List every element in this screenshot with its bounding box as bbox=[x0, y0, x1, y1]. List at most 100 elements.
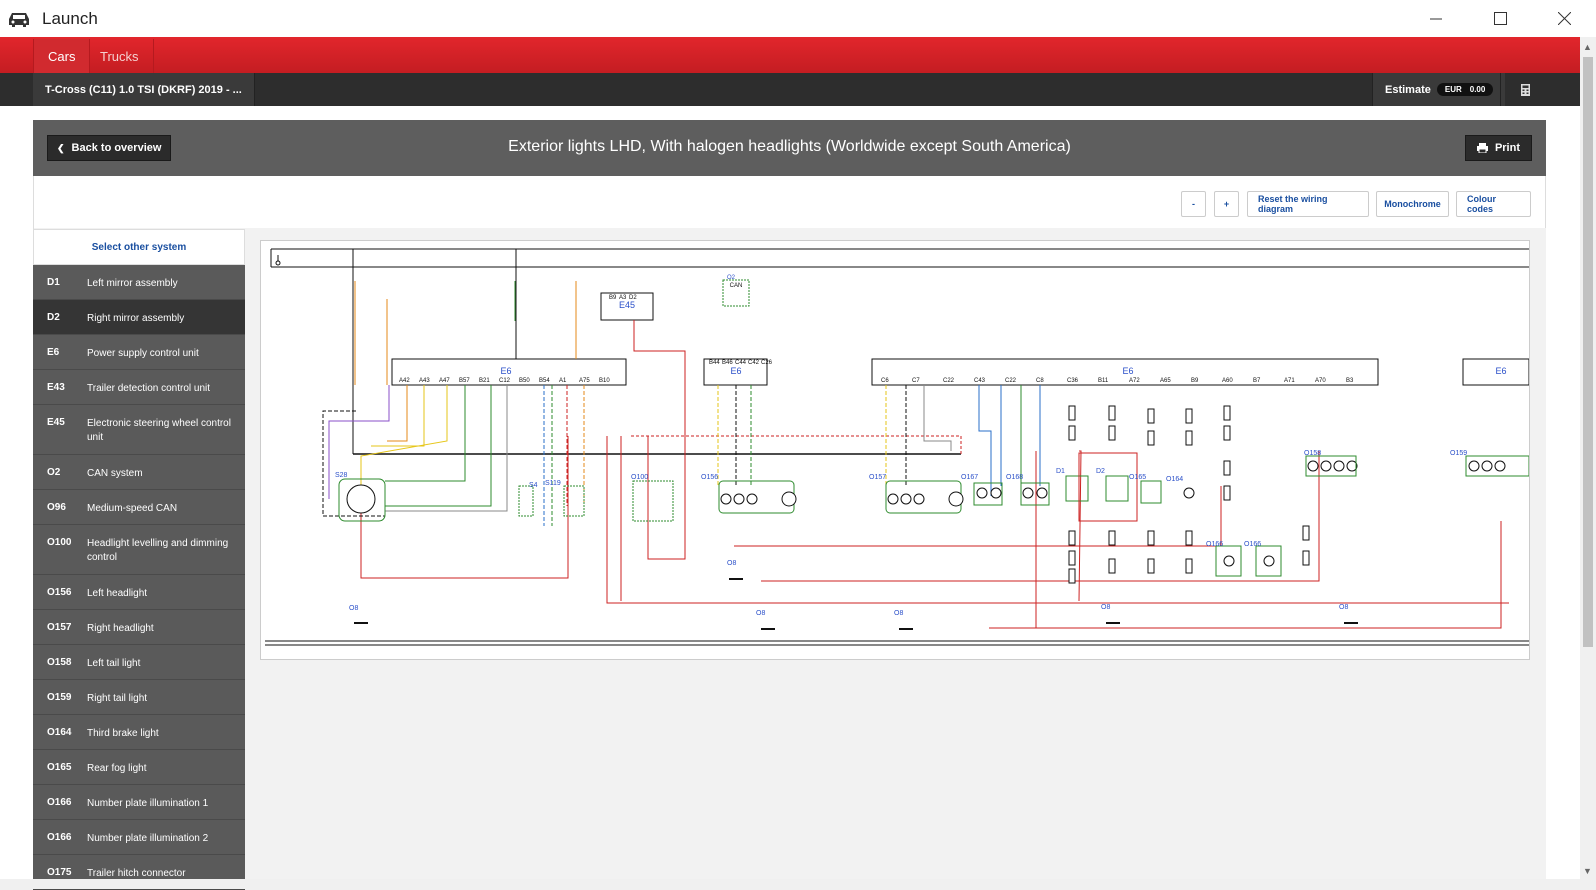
close-button[interactable] bbox=[1532, 0, 1596, 37]
e6-label-1: E6 bbox=[500, 366, 511, 376]
pin-label: C8 bbox=[1036, 378, 1044, 384]
sidebar-item-o165[interactable]: O165 Rear fog light bbox=[33, 750, 245, 785]
bulb-icon bbox=[720, 460, 1506, 567]
zoom-in-button[interactable]: + bbox=[1214, 191, 1239, 217]
pin-label: A42 bbox=[399, 378, 410, 384]
sidebar-item-code: O158 bbox=[47, 657, 72, 668]
page-scrollbar[interactable]: ▲ ▼ bbox=[1580, 37, 1596, 879]
sidebar-item-o96[interactable]: O96 Medium-speed CAN bbox=[33, 490, 245, 525]
sidebar-item-label: Electronic steering wheel control unit bbox=[87, 418, 231, 443]
o159-label: O159 bbox=[1450, 450, 1467, 457]
window-titlebar: Launch bbox=[0, 0, 1596, 37]
pin-label: B57 bbox=[459, 378, 470, 384]
sidebar-item-code: O157 bbox=[47, 622, 72, 633]
pin-label: A75 bbox=[579, 378, 590, 384]
wiring-diagram[interactable]: E6 E6 E6 E6 E45 CAN O2 S28 S4 S119 O100 … bbox=[260, 240, 1530, 660]
estimate-button[interactable]: Estimate EUR 0.00 bbox=[1372, 73, 1506, 106]
tab-trucks[interactable]: Trucks bbox=[86, 39, 154, 73]
o8-label-5: O8 bbox=[1101, 604, 1110, 611]
s119-label: S119 bbox=[545, 480, 561, 487]
pin-label: B44 bbox=[709, 360, 720, 366]
estimate-label: Estimate bbox=[1385, 83, 1431, 96]
sidebar-item-label: Power supply control unit bbox=[87, 348, 199, 359]
scroll-down-icon[interactable]: ▼ bbox=[1583, 866, 1592, 876]
wiring-diagram-canvas[interactable]: E6 E6 E6 E6 E45 CAN O2 S28 S4 S119 O100 … bbox=[261, 241, 1530, 659]
vehicle-bar: T-Cross (C11) 1.0 TSI (DKRF) 2019 - ... … bbox=[0, 73, 1580, 106]
sidebar-item-o175[interactable]: O175 Trailer hitch connector bbox=[33, 855, 245, 890]
sidebar-item-code: O100 bbox=[47, 537, 72, 548]
tab-cars-label: Cars bbox=[48, 48, 76, 64]
scroll-up-icon[interactable]: ▲ bbox=[1583, 42, 1592, 52]
print-button[interactable]: Print bbox=[1464, 135, 1532, 161]
pin-label: B11 bbox=[1098, 378, 1109, 384]
sidebar-item-e6[interactable]: E6 Power supply control unit bbox=[33, 335, 245, 370]
d2-label: D2 bbox=[1096, 468, 1105, 475]
sidebar-item-o164[interactable]: O164 Third brake light bbox=[33, 715, 245, 750]
panel-header: ❮ Back to overview Exterior lights LHD, … bbox=[33, 120, 1546, 176]
diagram-toolbar: - + Reset the wiring diagram Monochrome … bbox=[33, 176, 1546, 228]
sidebar-item-o159[interactable]: O159 Right tail light bbox=[33, 680, 245, 715]
pin-label: A65 bbox=[1160, 378, 1171, 384]
sidebar-item-label: Rear fog light bbox=[87, 763, 147, 774]
pin-label: C42 bbox=[748, 360, 760, 366]
d1-label: D1 bbox=[1056, 468, 1065, 475]
sidebar-item-e43[interactable]: E43 Trailer detection control unit bbox=[33, 370, 245, 405]
estimate-total-badge: EUR 0.00 bbox=[1436, 83, 1494, 96]
sidebar-item-label: Left tail light bbox=[87, 658, 141, 669]
sidebar-item-o100[interactable]: O100 Headlight levelling and dimming cont… bbox=[33, 525, 245, 575]
sidebar-item-e45[interactable]: E45 Electronic steering wheel control uni… bbox=[33, 405, 245, 455]
sidebar-item-o158[interactable]: O158 Left tail light bbox=[33, 645, 245, 680]
sidebar-item-code: E43 bbox=[47, 382, 65, 393]
sidebar-item-label: Right mirror assembly bbox=[87, 313, 185, 324]
sidebar-item-code: O166 bbox=[47, 797, 72, 808]
sidebar-item-code: E6 bbox=[47, 347, 60, 358]
sidebar-item-o2[interactable]: O2 CAN system bbox=[33, 455, 245, 490]
o167-label: O167 bbox=[961, 474, 978, 481]
select-other-system-header[interactable]: Select other system bbox=[33, 229, 245, 265]
pin-label: A71 bbox=[1284, 378, 1295, 384]
sidebar-item-label: Left headlight bbox=[87, 588, 148, 599]
o166-label-2: O166 bbox=[1244, 541, 1261, 548]
printer-icon bbox=[1476, 143, 1488, 153]
sidebar-item-o156[interactable]: O156 Left headlight bbox=[33, 575, 245, 610]
pin-label: B54 bbox=[539, 378, 550, 384]
minimize-icon bbox=[1430, 18, 1442, 19]
calculator-button[interactable] bbox=[1500, 73, 1550, 106]
sidebar-item-code: O96 bbox=[47, 502, 66, 513]
o8-label-2: O8 bbox=[727, 560, 736, 567]
monochrome-button[interactable]: Monochrome bbox=[1376, 191, 1449, 217]
pin-label: B9 bbox=[1191, 378, 1199, 384]
scrollbar-thumb[interactable] bbox=[1583, 57, 1593, 647]
minimize-button[interactable] bbox=[1404, 0, 1468, 37]
o158-label: O158 bbox=[1304, 450, 1321, 457]
pin-label: C22 bbox=[943, 378, 955, 384]
pin-label: B3 bbox=[1346, 378, 1354, 384]
e6-label-4: E6 bbox=[1495, 366, 1506, 376]
reset-diagram-button[interactable]: Reset the wiring diagram bbox=[1247, 191, 1369, 217]
sidebar-item-d2[interactable]: D2 Right mirror assembly bbox=[33, 300, 245, 335]
o8-label-6: O8 bbox=[1339, 604, 1348, 611]
sidebar-item-o157[interactable]: O157 Right headlight bbox=[33, 610, 245, 645]
estimate-amount: 0.00 bbox=[1469, 85, 1486, 94]
pin-label: C12 bbox=[499, 378, 511, 384]
colour-codes-button[interactable]: Colour codes bbox=[1456, 191, 1531, 217]
o2-label: O2 bbox=[727, 275, 736, 281]
vehicle-selector[interactable]: T-Cross (C11) 1.0 TSI (DKRF) 2019 - ... bbox=[33, 73, 255, 106]
tab-cars[interactable]: Cars bbox=[33, 39, 91, 73]
window-title: Launch bbox=[42, 8, 98, 28]
sidebar-item-label: Headlight levelling and dimming control bbox=[87, 538, 229, 563]
vehicle-name: T-Cross (C11) 1.0 TSI (DKRF) 2019 - ... bbox=[45, 83, 242, 96]
car-icon bbox=[9, 12, 29, 27]
close-icon bbox=[1557, 12, 1571, 25]
e6-label-3: E6 bbox=[1122, 366, 1133, 376]
sidebar-item-o166[interactable]: O166 Number plate illumination 2 bbox=[33, 820, 245, 855]
sidebar-item-o166[interactable]: O166 Number plate illumination 1 bbox=[33, 785, 245, 820]
estimate-currency: EUR bbox=[1444, 85, 1462, 94]
sidebar-item-d1[interactable]: D1 Left mirror assembly bbox=[33, 265, 245, 300]
pin-label: C22 bbox=[1005, 378, 1017, 384]
maximize-button[interactable] bbox=[1468, 0, 1532, 37]
sidebar-item-label: Right tail light bbox=[87, 693, 148, 704]
sidebar-item-label: CAN system bbox=[87, 468, 143, 479]
zoom-out-button[interactable]: - bbox=[1181, 191, 1206, 217]
sidebar-item-label: Number plate illumination 1 bbox=[87, 798, 209, 809]
